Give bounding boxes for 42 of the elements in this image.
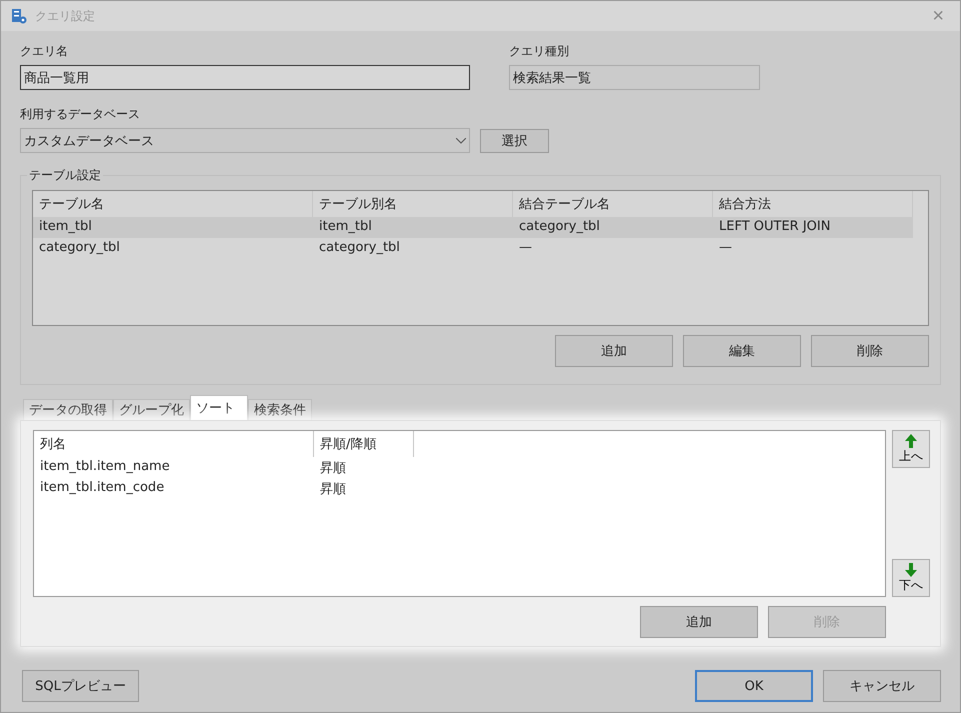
window-title: クエリ設定 xyxy=(35,8,96,24)
dialog-button[interactable]: OK xyxy=(695,670,813,702)
tab[interactable]: データの取得 xyxy=(23,399,113,420)
chevron-down-icon xyxy=(456,138,466,144)
table-cell-text: item_tbl xyxy=(318,218,373,236)
query-name-field[interactable]: 商品一覧用 xyxy=(20,65,470,90)
table-action-button[interactable]: 追加 xyxy=(555,335,673,367)
tab[interactable]: グループ化 xyxy=(113,399,190,420)
dialog-button[interactable]: キャンセル xyxy=(823,670,941,702)
table-cell-text: item_tbl.item_name xyxy=(39,458,171,476)
field-label: クエリ種別 xyxy=(509,43,570,60)
table-row[interactable]: item_tbl item_tbl category_tbl LEFT OUTER JOIN xyxy=(33,217,913,238)
table-cell-text: item_tbl.item_code xyxy=(39,479,166,497)
table-cell-text: — xyxy=(718,239,733,257)
field-label: 利用するデータベース xyxy=(20,106,141,123)
table-action-button[interactable]: 削除 xyxy=(811,335,929,367)
table-cell-text: category_tbl xyxy=(38,239,121,257)
table-cell-text: — xyxy=(518,239,533,257)
table-action-button[interactable]: 編集 xyxy=(683,335,801,367)
select-button[interactable]: 選択 xyxy=(480,129,549,153)
sql-preview-button[interactable]: SQLプレビュー xyxy=(22,670,139,702)
table-row[interactable]: category_tbl category_tbl — — xyxy=(33,238,913,259)
table-cell-text: 昇順 xyxy=(319,481,347,499)
column-header[interactable]: 列名 xyxy=(34,431,314,457)
group-title: テーブル設定 xyxy=(27,167,103,184)
query-type-field: 検索結果一覧 xyxy=(509,65,760,90)
table-cell-text: item_tbl xyxy=(38,218,93,236)
field-label: クエリ名 xyxy=(20,43,69,60)
table-cell-text: 昇順 xyxy=(319,460,347,478)
table-cell-text: category_tbl xyxy=(318,239,401,257)
settings-document-icon xyxy=(11,8,27,24)
database-dropdown[interactable]: カスタムデータベース xyxy=(20,128,470,153)
tab[interactable]: 検索条件 xyxy=(248,399,312,420)
table-cell-text: LEFT OUTER JOIN xyxy=(718,218,832,236)
sort-action-button[interactable]: 追加 xyxy=(640,606,758,638)
column-header[interactable]: 昇順/降順 xyxy=(314,431,414,457)
table-cell-text: category_tbl xyxy=(518,218,601,236)
move-up-button[interactable]: 上へ xyxy=(892,430,930,468)
move-down-button[interactable]: 下へ xyxy=(892,559,930,597)
down-arrow-icon xyxy=(905,562,917,576)
tab[interactable]: ソート xyxy=(190,395,248,420)
up-arrow-icon xyxy=(905,434,917,448)
